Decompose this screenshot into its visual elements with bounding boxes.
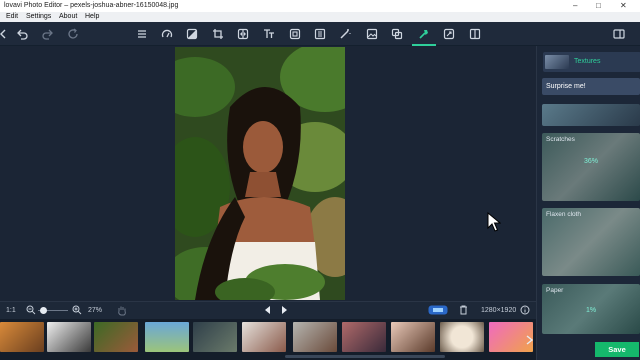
textures-header[interactable]: Textures bbox=[543, 52, 640, 72]
zoom-slider-handle[interactable] bbox=[40, 307, 47, 314]
menu-icon[interactable] bbox=[135, 27, 149, 41]
zoom-out-icon[interactable] bbox=[26, 305, 36, 317]
surprise-me-button[interactable]: Surprise me! bbox=[542, 78, 640, 95]
resize-icon[interactable] bbox=[442, 27, 456, 41]
menu-help[interactable]: Help bbox=[85, 13, 99, 20]
adjust-icon[interactable] bbox=[185, 27, 199, 41]
hand-tool-icon[interactable] bbox=[117, 305, 127, 318]
zoom-in-icon[interactable] bbox=[72, 305, 82, 317]
close-button[interactable]: ✕ bbox=[620, 1, 627, 10]
texture-label: Paper bbox=[546, 287, 564, 294]
effects-icon[interactable] bbox=[417, 27, 431, 41]
next-image-icon[interactable] bbox=[280, 305, 288, 317]
thumbnail[interactable] bbox=[293, 322, 337, 352]
filmstrip bbox=[0, 319, 536, 360]
undo-icon[interactable] bbox=[15, 27, 29, 41]
thumbnail[interactable] bbox=[47, 322, 91, 352]
thumbnail[interactable] bbox=[440, 322, 484, 352]
menu-edit[interactable]: Edit bbox=[6, 13, 18, 20]
enhance-icon[interactable] bbox=[160, 27, 174, 41]
reset-icon[interactable] bbox=[66, 27, 80, 41]
ai-upscale-icon[interactable] bbox=[428, 305, 448, 317]
texture-card-paper[interactable]: Paper 1% bbox=[542, 284, 640, 334]
zoom-fit-button[interactable]: 1:1 bbox=[6, 307, 16, 314]
textures-thumbnail bbox=[545, 55, 569, 69]
panels-icon[interactable] bbox=[612, 27, 626, 41]
textures-label: Textures bbox=[574, 58, 601, 65]
menu-about[interactable]: About bbox=[59, 13, 77, 20]
thumbnail[interactable] bbox=[242, 322, 286, 352]
frame-icon[interactable] bbox=[288, 27, 302, 41]
zoom-slider[interactable] bbox=[38, 307, 68, 314]
thumbnail[interactable] bbox=[193, 322, 237, 352]
save-button[interactable]: Save bbox=[595, 342, 639, 357]
texture-label: Flaxen cloth bbox=[546, 211, 582, 218]
main-toolbar bbox=[0, 22, 640, 46]
surprise-me-label: Surprise me! bbox=[546, 83, 586, 90]
crop-icon[interactable] bbox=[211, 27, 225, 41]
back-icon[interactable] bbox=[0, 27, 10, 41]
image-icon[interactable] bbox=[365, 27, 379, 41]
texture-card[interactable] bbox=[542, 104, 640, 126]
thumbnail[interactable] bbox=[0, 322, 44, 352]
retouch-icon[interactable] bbox=[338, 27, 352, 41]
prev-image-icon[interactable] bbox=[264, 305, 272, 317]
overlay-icon[interactable] bbox=[390, 27, 404, 41]
redo-icon[interactable] bbox=[41, 27, 55, 41]
filmstrip-scrollbar[interactable] bbox=[285, 355, 445, 358]
zoom-level: 27% bbox=[88, 307, 103, 314]
texture-card-scratches[interactable]: Scratches 36% bbox=[542, 133, 640, 201]
flip-icon[interactable] bbox=[236, 27, 250, 41]
menu-settings[interactable]: Settings bbox=[26, 13, 51, 20]
photo-preview[interactable] bbox=[175, 47, 345, 300]
image-resolution: 1280×1920 bbox=[481, 307, 517, 314]
thumbnail[interactable] bbox=[145, 322, 189, 352]
filmstrip-next-icon[interactable] bbox=[526, 332, 534, 350]
menu-bar: Edit Settings About Help bbox=[0, 12, 640, 22]
maximize-button[interactable]: □ bbox=[596, 1, 601, 10]
texture-card-flaxen-cloth[interactable]: Flaxen cloth bbox=[542, 208, 640, 276]
trash-icon[interactable] bbox=[459, 305, 468, 317]
texture-label: Scratches bbox=[546, 136, 575, 143]
watermark-icon[interactable] bbox=[313, 27, 327, 41]
title-bar: lovavi Photo Editor – pexels-joshua-abne… bbox=[0, 0, 640, 12]
thumbnail[interactable] bbox=[94, 322, 138, 352]
mouse-cursor-icon bbox=[487, 211, 502, 237]
info-icon[interactable] bbox=[520, 305, 530, 317]
compare-icon[interactable] bbox=[468, 27, 482, 41]
texture-intensity: 36% bbox=[584, 158, 599, 165]
text-icon[interactable] bbox=[262, 27, 276, 41]
texture-intensity: 1% bbox=[586, 307, 597, 314]
thumbnail[interactable] bbox=[391, 322, 435, 352]
status-bar: 1:1 27% 1280×1920 bbox=[0, 301, 536, 319]
minimize-button[interactable]: – bbox=[573, 1, 577, 10]
thumbnail[interactable] bbox=[342, 322, 386, 352]
window-title: lovavi Photo Editor – pexels-joshua-abne… bbox=[4, 2, 179, 9]
